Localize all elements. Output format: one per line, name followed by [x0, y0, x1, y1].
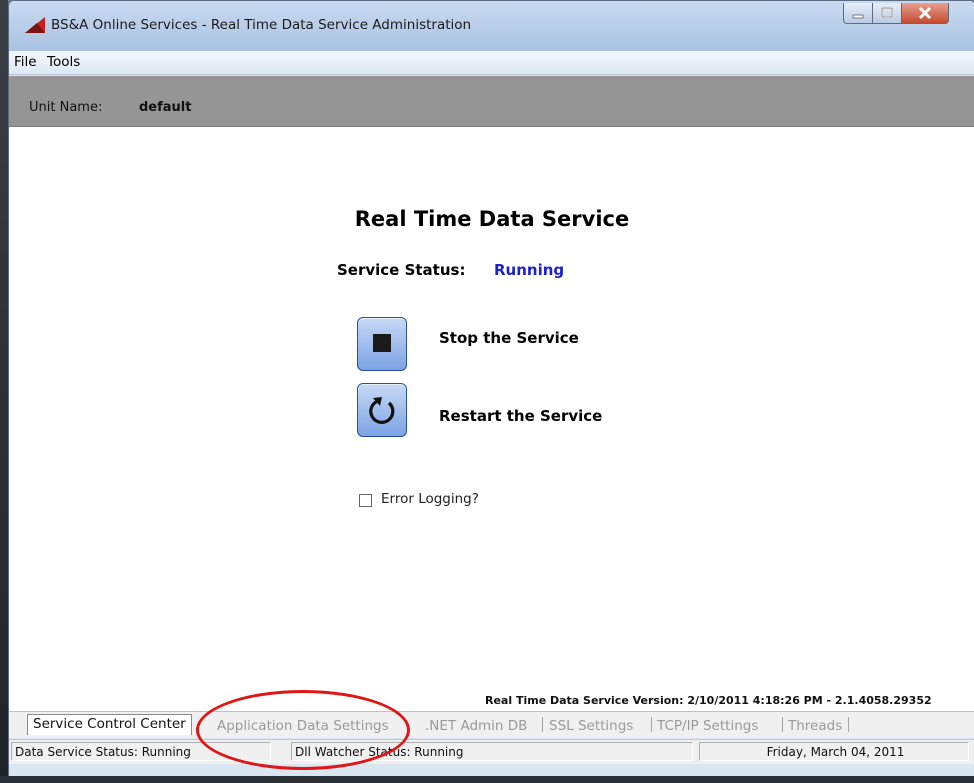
error-logging-checkbox[interactable] [359, 494, 372, 507]
tab-separator [651, 717, 652, 732]
maximize-icon [881, 7, 893, 18]
version-text: Real Time Data Service Version: 2/10/201… [485, 694, 932, 707]
tab-strip: Service Control Center Application Data … [9, 711, 974, 738]
data-service-status-panel: Data Service Status: Running [11, 742, 271, 761]
unit-name-value: default [139, 100, 192, 115]
taskbar-edge [0, 776, 974, 783]
maximize-button[interactable] [872, 3, 902, 24]
minimize-icon [852, 14, 864, 19]
tab-ssl-settings[interactable]: SSL Settings [549, 718, 633, 734]
close-button[interactable] [901, 3, 949, 24]
restart-icon [369, 397, 395, 424]
menu-file[interactable]: File [14, 54, 37, 70]
restart-service-button[interactable] [357, 383, 407, 437]
tab-service-control-center[interactable]: Service Control Center [27, 714, 192, 735]
menu-bar: File Tools [9, 51, 974, 75]
stop-service-label[interactable]: Stop the Service [439, 329, 579, 347]
unit-bar: Unit Name: default [9, 76, 974, 127]
tab-separator [782, 717, 783, 732]
watcher-status-panel: Dll Watcher Status: Running [291, 742, 693, 761]
title-bar[interactable]: BS&A Online Services - Real Time Data Se… [9, 1, 974, 51]
date-panel: Friday, March 04, 2011 [699, 742, 969, 761]
app-window: BS&A Online Services - Real Time Data Se… [8, 0, 974, 777]
service-status-label: Service Status: [337, 261, 466, 279]
menu-tools[interactable]: Tools [47, 54, 80, 70]
stop-service-button[interactable] [357, 317, 407, 371]
desktop-edge [0, 0, 8, 783]
page-title: Real Time Data Service [354, 207, 630, 231]
error-logging-label[interactable]: Error Logging? [381, 491, 479, 507]
close-icon [918, 6, 932, 20]
tab-separator [542, 717, 543, 732]
tab-application-data-settings[interactable]: Application Data Settings [217, 718, 389, 734]
unit-name-label: Unit Name: [29, 100, 103, 115]
tab-threads[interactable]: Threads [788, 718, 842, 734]
minimize-button[interactable] [843, 3, 873, 24]
stop-icon [373, 334, 391, 352]
status-bar: Data Service Status: Running Dll Watcher… [9, 739, 974, 764]
service-status-value: Running [494, 261, 565, 279]
tab-tcp-ip-settings[interactable]: TCP/IP Settings [657, 718, 758, 734]
restart-service-label[interactable]: Restart the Service [439, 407, 602, 425]
window-title: BS&A Online Services - Real Time Data Se… [51, 17, 472, 33]
tab-separator [848, 717, 849, 732]
service-control-panel: Real Time Data Service Service Status: R… [9, 127, 974, 711]
app-logo-icon [25, 17, 45, 33]
tab-net-admin-db[interactable]: .NET Admin DB [425, 718, 527, 734]
